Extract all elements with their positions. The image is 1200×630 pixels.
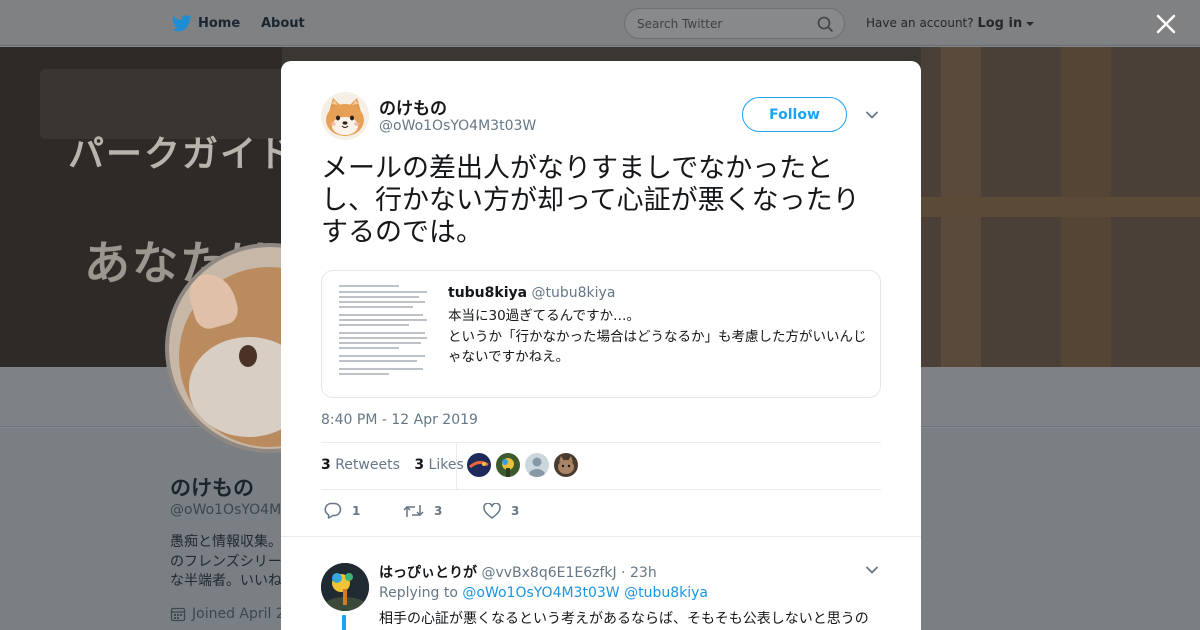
reply-author-handle[interactable]: @vvBx8q6E1E6zfkJ	[481, 565, 616, 581]
home-link[interactable]: Home	[172, 15, 240, 32]
divider	[321, 442, 881, 443]
thread-connector	[342, 615, 346, 630]
profile-bio: 愚痴と情報収集。 のフレンズシリー な半端者。いいね	[170, 534, 282, 589]
banner-text: パークガイド	[68, 134, 297, 175]
account-prompt: Have an account? Log in	[866, 16, 1035, 31]
chevron-down-icon	[1026, 22, 1035, 26]
retweets-stat[interactable]: 3 Retweets	[321, 457, 400, 473]
tweet-modal: のけもの @oWo1OsYO4M3t03W Follow メールの差出人がなりす…	[281, 61, 921, 630]
heart-icon	[483, 502, 501, 519]
liker-avatar[interactable]	[525, 453, 549, 477]
quoted-tweet[interactable]: tubu8kiya @tubu8kiya 本当に30過ぎてるんですか…。 という…	[321, 270, 881, 398]
author-handle[interactable]: @oWo1OsYO4M3t03W	[379, 118, 536, 134]
search-input[interactable]: Search Twitter	[624, 8, 845, 39]
retweet-icon	[403, 504, 424, 517]
author-avatar[interactable]	[321, 92, 369, 140]
shiba-avatar-icon	[321, 92, 369, 140]
mention-link[interactable]: @tubu8kiya	[624, 585, 708, 601]
retweet-button[interactable]: 3	[403, 502, 483, 519]
about-link[interactable]: About	[261, 16, 305, 31]
profile-joined: Joined April 20	[170, 606, 294, 622]
reply-author-avatar[interactable]	[321, 563, 369, 611]
reply-age[interactable]: 23h	[630, 565, 657, 581]
home-label: Home	[198, 16, 241, 31]
reply-button[interactable]: 1	[323, 502, 403, 519]
reply-text: 相手の心証が悪くなるという考えがあるならば、そもそも公表しないと思うの	[379, 611, 869, 627]
tweet-stats: 3 Retweets 3 Likes	[321, 457, 464, 473]
reply-icon	[324, 502, 342, 519]
author-name[interactable]: のけもの	[379, 94, 447, 119]
quoted-text: 本当に30過ぎてるんですか…。 というか「行かなかった場合はどうなるか」も考慮し…	[448, 308, 867, 365]
chevron-down-icon[interactable]	[865, 108, 879, 122]
follow-button[interactable]: Follow	[742, 97, 847, 132]
reply-author-name[interactable]: はっぴぃとりが	[379, 565, 477, 581]
search-icon	[817, 16, 834, 33]
reply-header: はっぴぃとりが @vvBx8q6E1E6zfkJ · 23h	[379, 565, 657, 581]
divider	[321, 489, 881, 490]
chevron-down-icon[interactable]	[865, 563, 879, 577]
top-navigation-bar: Home About Search Twitter Have an accoun…	[0, 0, 1200, 46]
divider	[281, 536, 921, 548]
mention-link[interactable]: @oWo1OsYO4M3t03W	[462, 585, 619, 601]
reply-avatar-image	[321, 563, 369, 611]
likers-avatars	[467, 453, 578, 477]
liker-avatar[interactable]	[554, 453, 578, 477]
twitter-bird-icon	[172, 15, 192, 32]
tweet-actions: 1 3 3	[323, 502, 563, 519]
quoted-author: tubu8kiya @tubu8kiya	[448, 285, 616, 301]
like-button[interactable]: 3	[483, 502, 563, 519]
tweet-text: メールの差出人がなりすましでなかったとし、行かない方が却って心証が悪くなったりす…	[321, 153, 860, 248]
tweet-timestamp[interactable]: 8:40 PM - 12 Apr 2019	[321, 412, 478, 428]
profile-name: のけもの	[170, 476, 254, 500]
search-placeholder: Search Twitter	[637, 16, 723, 31]
quoted-tweet-image	[333, 279, 433, 383]
calendar-icon	[170, 607, 186, 622]
liker-avatar[interactable]	[496, 453, 520, 477]
close-icon[interactable]	[1153, 11, 1179, 37]
login-link[interactable]: Log in	[977, 16, 1022, 31]
liker-avatar[interactable]	[467, 453, 491, 477]
divider	[456, 442, 457, 489]
replying-to: Replying to @oWo1OsYO4M3t03W @tubu8kiya	[379, 585, 708, 601]
